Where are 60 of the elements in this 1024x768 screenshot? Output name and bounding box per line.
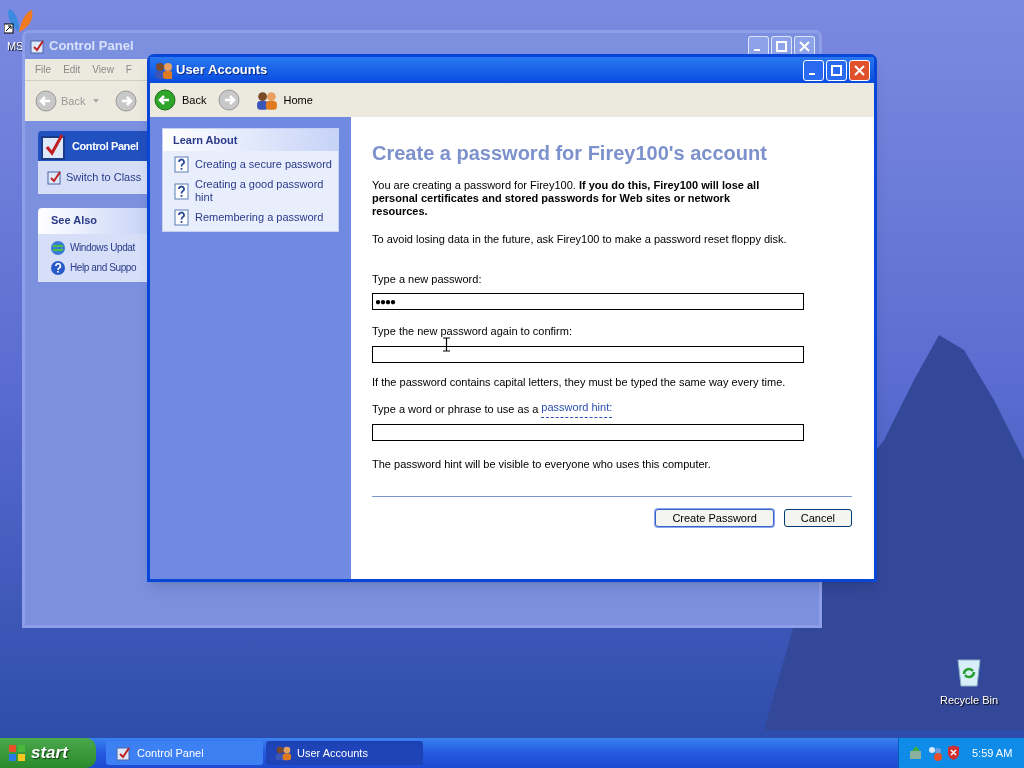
- panel-title: Learn About: [173, 132, 238, 148]
- windows-flag-icon: [8, 744, 26, 762]
- help-link[interactable]: Creating a good password hint: [195, 178, 334, 204]
- help-icon: [174, 156, 189, 173]
- confirm-password-field[interactable]: [372, 345, 804, 363]
- users-icon: [154, 61, 172, 79]
- close-button[interactable]: [794, 35, 815, 57]
- advice-text: To avoid losing data in the future, ask Firey100 to make a password reset floppy disk.: [372, 232, 788, 247]
- dialog-button[interactable]: Create Password: [655, 509, 774, 527]
- panel-title: See Also: [51, 213, 98, 229]
- note-text: The password hint will be visible to everyone who uses this computer.: [372, 456, 712, 472]
- warning-text: You are creating a password for Firey100. If you do this, Firey100 will lose all personal certificates and stored passwords for Web sites or network resources.: [372, 179, 761, 218]
- field-label: Type a new password:: [372, 271, 483, 287]
- note-text: If the password contains capital letters, they must be typed the same way every time.: [372, 374, 787, 390]
- panel-title: Control Panel: [72, 138, 139, 154]
- dialog-button[interactable]: Cancel: [783, 509, 852, 527]
- maximize-button[interactable]: [771, 35, 792, 57]
- field-label: Type the new password again to confirm:: [372, 324, 573, 339]
- close-icon: [854, 64, 865, 76]
- minimize-icon: [808, 73, 815, 75]
- password-field[interactable]: ●●●●: [372, 293, 804, 310]
- help-icon: [174, 209, 189, 226]
- minimize-button[interactable]: [748, 35, 769, 57]
- users-icon: [256, 90, 279, 110]
- panel-link[interactable]: Switch to Class: [66, 169, 142, 186]
- network-icon: [909, 745, 923, 761]
- minimize-button[interactable]: [803, 59, 824, 81]
- dropdown-caret-icon: [93, 99, 100, 103]
- window-title: User Accounts: [176, 61, 268, 80]
- desktop-icon-label[interactable]: Recycle Bin: [940, 692, 999, 709]
- minimize-icon: [753, 49, 760, 51]
- control-panel-icon: [29, 38, 45, 54]
- taskbar-button[interactable]: User Accounts: [266, 741, 423, 765]
- page-heading: Create a password for Firey100's account: [372, 141, 768, 165]
- start-button[interactable]: start: [0, 738, 96, 768]
- control-panel-icon: [46, 169, 62, 186]
- window-title: Control Panel: [49, 37, 134, 56]
- globe-icon: [50, 239, 66, 256]
- control-panel-icon: [115, 745, 131, 761]
- help-icon: [174, 182, 189, 200]
- panel-link[interactable]: Windows Updat: [70, 240, 135, 255]
- home-button[interactable]: Home: [256, 90, 313, 110]
- maximize-button[interactable]: [826, 59, 847, 81]
- close-button[interactable]: [849, 59, 870, 81]
- close-icon: [799, 40, 810, 52]
- shield-warning-icon: [947, 745, 960, 761]
- back-button[interactable]: Back: [154, 89, 207, 111]
- help-link[interactable]: Remembering a password: [195, 211, 324, 224]
- help-link[interactable]: Creating a secure password: [195, 158, 332, 171]
- help-icon: [50, 259, 66, 276]
- field-label: Type a word or phrase to use as a: [372, 402, 539, 417]
- maximize-icon: [831, 64, 842, 76]
- password-hint-link[interactable]: password hint:: [541, 401, 613, 418]
- taskbar-button[interactable]: Control Panel: [106, 741, 263, 765]
- maximize-icon: [776, 40, 787, 52]
- panel-link[interactable]: Help and Suppo: [70, 260, 137, 275]
- hint-field[interactable]: [372, 423, 804, 441]
- text-cursor-icon: [443, 337, 450, 352]
- users-icon: [275, 745, 291, 761]
- clock: 5:59 AM: [972, 745, 1013, 761]
